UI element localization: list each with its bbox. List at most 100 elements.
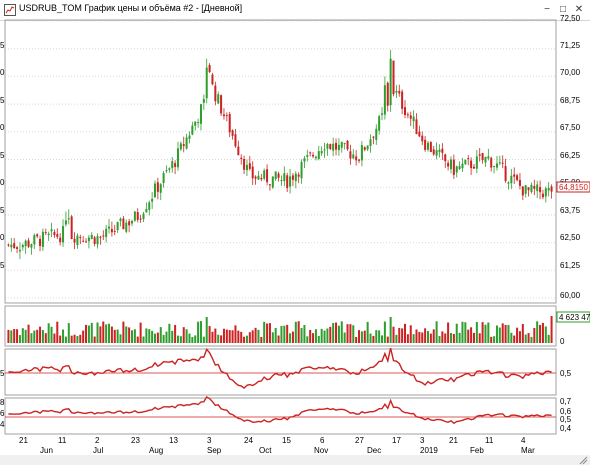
candle-body [162,173,165,184]
volume-bar [162,334,165,343]
candle-body [521,186,524,196]
volume-bar [205,317,208,343]
volume-bar [33,330,36,343]
volume-bar [478,333,481,343]
candle-body [441,148,444,153]
volume-bar [56,321,59,343]
volume-bar [490,336,493,343]
volume-bar [283,325,286,343]
candle-body [254,176,257,179]
candle-body [449,159,452,170]
volume-bar [21,328,24,343]
volume-bar [41,329,44,343]
volume-bar [401,328,404,343]
status-bar [0,455,590,465]
volume-bar [217,334,220,343]
volume-bar [498,327,501,343]
left-price-tick: 0 [0,233,5,242]
candle-body [300,162,303,179]
volume-bar [320,328,323,343]
volume-bar [309,329,312,343]
volume-bar [337,325,340,343]
price-tick: 61,25 [560,261,581,270]
volume-bar [222,328,225,343]
volume-bar [346,324,349,343]
candle-body [197,121,200,123]
volume-bar [458,332,461,343]
candle-body [490,157,493,168]
volume-bar [105,324,108,343]
candle-body [418,131,421,137]
candle-body [185,137,188,149]
oscillator2-tick: 0,7 [560,397,572,406]
candle-body [355,156,358,161]
volume-bar [266,323,269,343]
candle-body [188,135,191,139]
candle-body [153,183,157,198]
left-price-tick: 0 [0,123,5,132]
volume-bar [231,330,234,343]
candle-body [260,178,263,180]
candle-body [16,247,19,249]
resize-grip-icon[interactable] [578,455,588,465]
oscillator1-left-tick: 5 [0,369,5,378]
candle-body [424,139,427,150]
candle-body [530,184,533,193]
candle-body [110,228,113,233]
candle-body [369,139,372,146]
volume-bar [277,335,280,343]
volume-bar [392,326,395,343]
candle-body [461,163,464,169]
candle-body [518,179,521,186]
volume-bar [85,324,88,343]
volume-bar [263,321,266,343]
price-chart[interactable]: 72,50 71,25 70,00 68,75 67,50 66,25 65,0… [0,0,590,465]
candle-body [202,98,205,103]
candle-body [303,158,306,162]
volume-bar [53,333,56,343]
candle-body [36,234,39,237]
candle-body [403,107,407,115]
volume-bar [381,335,384,343]
candle-body [251,166,254,179]
candle-body [108,226,111,229]
left-price-tick: 0 [0,68,5,77]
candle-body [484,156,487,163]
volume-bar [441,331,444,343]
volume-bar [10,330,13,343]
candle-body [168,168,171,170]
x-month-tick: Mar [521,446,535,455]
volume-bar [102,321,105,343]
volume-bar [539,324,542,343]
volume-bar [286,324,289,343]
volume-bar [406,334,409,343]
price-tick: 71,25 [560,41,581,50]
candle-body [268,184,271,186]
candle-body [248,163,251,169]
oscillator2-line [8,396,552,425]
volume-bar [352,325,355,343]
candle-body [429,142,432,152]
volume-bar [139,322,142,343]
candle-body [39,238,42,247]
volume-bar [136,336,139,343]
volume-bar [366,321,369,343]
price-tick: 62,50 [560,233,581,242]
candle-body [498,162,501,164]
candle-body [228,113,231,133]
x-day-tick: 2 [95,436,100,445]
volume-bar [412,334,415,343]
volume-bar [533,328,536,343]
candle-body [435,150,438,156]
x-month-tick: Oct [259,446,272,455]
candle-body [271,176,274,188]
candle-body [378,116,381,131]
volume-bar [39,326,42,343]
volume-bar [148,329,151,343]
candle-body [337,144,340,151]
volume-bar [435,321,438,343]
price-tick: 67,50 [560,123,581,132]
candle-body [225,115,228,117]
volume-bar [108,323,111,343]
price-tick: 60,00 [560,291,581,300]
